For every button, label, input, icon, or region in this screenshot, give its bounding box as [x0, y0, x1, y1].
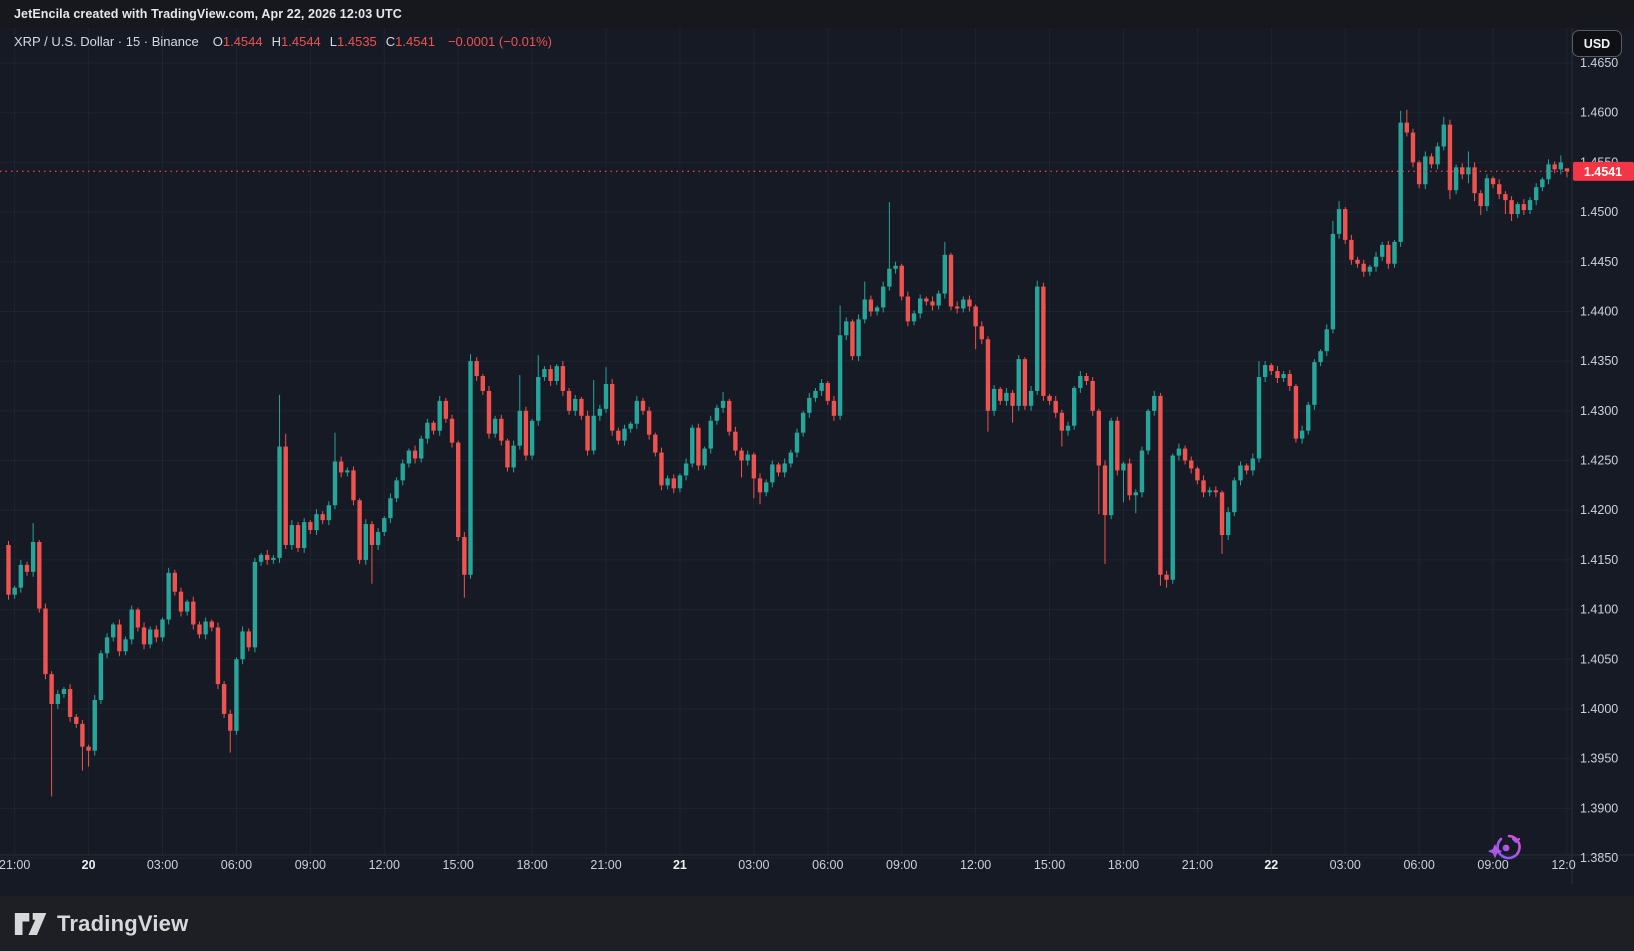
svg-text:03:00: 03:00 — [738, 858, 769, 872]
svg-text:1.4100: 1.4100 — [1580, 603, 1618, 617]
svg-text:20: 20 — [82, 858, 96, 872]
svg-text:1.4350: 1.4350 — [1580, 354, 1618, 368]
svg-text:21: 21 — [673, 858, 687, 872]
svg-text:1.3850: 1.3850 — [1580, 851, 1618, 865]
tradingview-brand-text: TradingView — [57, 911, 188, 937]
svg-text:1.3950: 1.3950 — [1580, 752, 1618, 766]
candlestick-chart[interactable]: 1.46501.46001.45501.45001.44501.44001.43… — [0, 28, 1634, 896]
ohlc-pair: L1.4535 — [330, 34, 377, 49]
svg-text:18:00: 18:00 — [516, 858, 547, 872]
change-value: −0.0001 (−0.01%) — [448, 34, 552, 49]
tradingview-snapshot: JetEncila created with TradingView.com, … — [0, 0, 1634, 951]
svg-text:12:00: 12:00 — [1551, 858, 1582, 872]
tradingview-logo-icon — [14, 910, 48, 938]
svg-text:1.4200: 1.4200 — [1580, 503, 1618, 517]
symbol-title[interactable]: XRP / U.S. Dollar · 15 · Binance — [14, 34, 199, 49]
candles — [6, 110, 1569, 797]
svg-text:15:00: 15:00 — [1034, 858, 1065, 872]
ohlc-pair: O1.4544 — [213, 34, 263, 49]
ohlc-pair: C1.4541 — [386, 34, 435, 49]
svg-text:1.4541: 1.4541 — [1584, 165, 1622, 179]
ohlc-values: O1.4544 H1.4544 L1.4535 C1.4541 — [213, 34, 444, 49]
svg-text:18:00: 18:00 — [1108, 858, 1139, 872]
svg-text:1.4650: 1.4650 — [1580, 56, 1618, 70]
svg-text:1.4000: 1.4000 — [1580, 702, 1618, 716]
svg-text:1.4250: 1.4250 — [1580, 454, 1618, 468]
svg-text:1.4500: 1.4500 — [1580, 205, 1618, 219]
svg-text:06:00: 06:00 — [221, 858, 252, 872]
svg-text:21:00: 21:00 — [1182, 858, 1213, 872]
svg-text:06:00: 06:00 — [1403, 858, 1434, 872]
ohlc-pair: H1.4544 — [272, 34, 321, 49]
svg-text:06:00: 06:00 — [812, 858, 843, 872]
svg-text:1.4150: 1.4150 — [1580, 553, 1618, 567]
tradingview-brand-link[interactable]: TradingView — [14, 910, 188, 938]
svg-text:12:00: 12:00 — [960, 858, 991, 872]
sparkle-refresh-icon[interactable] — [1486, 832, 1526, 864]
svg-text:09:00: 09:00 — [886, 858, 917, 872]
svg-text:1.4600: 1.4600 — [1580, 106, 1618, 120]
svg-text:03:00: 03:00 — [147, 858, 178, 872]
svg-text:12:00: 12:00 — [369, 858, 400, 872]
time-axis-labels: 21:00 20 03:00 06:00 09:00 12:00 15:00 18:00 21:… — [0, 858, 1583, 872]
symbol-legend[interactable]: XRP / U.S. Dollar · 15 · Binance O1.4544… — [14, 34, 552, 49]
svg-text:1.4300: 1.4300 — [1580, 404, 1618, 418]
svg-text:21:00: 21:00 — [0, 858, 30, 872]
svg-text:15:00: 15:00 — [443, 858, 474, 872]
svg-text:1.4450: 1.4450 — [1580, 255, 1618, 269]
svg-text:1.4400: 1.4400 — [1580, 304, 1618, 318]
svg-text:21:00: 21:00 — [590, 858, 621, 872]
attribution-bar: JetEncila created with TradingView.com, … — [0, 0, 1634, 28]
svg-text:09:00: 09:00 — [295, 858, 326, 872]
svg-text:03:00: 03:00 — [1330, 858, 1361, 872]
chart-area[interactable]: 1.46501.46001.45501.45001.44501.44001.43… — [0, 28, 1634, 896]
attribution-text: JetEncila created with TradingView.com, … — [14, 7, 402, 21]
footer-bar: TradingView — [0, 896, 1634, 951]
svg-text:22: 22 — [1264, 858, 1278, 872]
svg-text:1.4050: 1.4050 — [1580, 652, 1618, 666]
currency-toggle-button[interactable]: USD — [1572, 30, 1622, 57]
svg-text:1.3900: 1.3900 — [1580, 801, 1618, 815]
